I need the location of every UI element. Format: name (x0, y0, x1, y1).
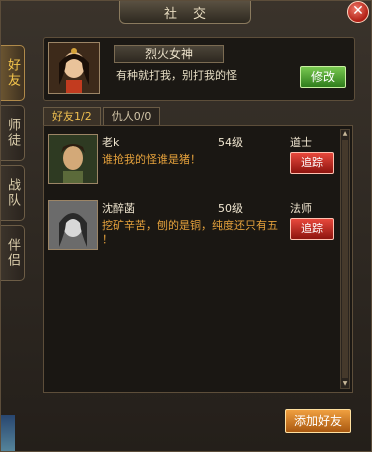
friend-signature: 谁抢我的怪谁是猪！ (102, 153, 201, 166)
friend-name: 老k (102, 136, 120, 149)
side-tab-mentor[interactable]: 师徒 (1, 105, 25, 161)
profile-card: 烈火女神 有种就打我，别打我的怪 修改 (43, 37, 355, 101)
player-name: 烈火女神 (114, 45, 224, 63)
friend-signature: 挖矿辛苦，刨的是铜，纯度还只有五 (102, 219, 278, 232)
player-signature: 有种就打我，别打我的怪 (116, 69, 237, 82)
track-button[interactable]: 追踪 (290, 152, 334, 174)
side-tab-bar: 好友 师徒 战队 伴侣 (1, 45, 27, 285)
friend-list: 老k 54级 道士 谁抢我的怪谁是猪！ 追踪 沈醉菡 50级 法师 挖矿辛苦，刨… (43, 125, 353, 393)
list-scrollbar[interactable]: ▲ ▼ (340, 129, 350, 389)
friend-level: 54级 (218, 136, 243, 149)
track-button[interactable]: 追踪 (290, 218, 334, 240)
scroll-down-icon[interactable]: ▼ (341, 380, 349, 388)
friend-class: 道士 (290, 136, 312, 149)
friend-signature-continued: ！ (102, 233, 113, 246)
tab-enemies[interactable]: 仇人0/0 (102, 107, 161, 126)
friend-level: 50级 (218, 202, 243, 215)
window-title: 社交 (119, 1, 251, 24)
edit-signature-button[interactable]: 修改 (300, 66, 346, 88)
tab-friends[interactable]: 好友1/2 (43, 107, 101, 126)
friend-class: 法师 (290, 202, 312, 215)
player-portrait-icon (48, 42, 100, 94)
social-window: 社交 ✕ 好友 师徒 战队 伴侣 烈火女神 有种就打我，别打我的怪 修改 好友1… (0, 0, 372, 452)
friend-row[interactable]: 老k 54级 道士 谁抢我的怪谁是猪！ 追踪 (46, 130, 336, 190)
list-tabs: 好友1/2 仇人0/0 (43, 107, 162, 126)
friend-portrait-icon (48, 200, 98, 250)
friend-row[interactable]: 沈醉菡 50级 法师 挖矿辛苦，刨的是铜，纯度还只有五 ！ 追踪 (46, 196, 336, 256)
main-panel: 烈火女神 有种就打我，别打我的怪 修改 好友1/2 仇人0/0 老k 54级 道… (33, 27, 365, 445)
decorative-glow (1, 415, 15, 451)
friend-portrait-icon (48, 134, 98, 184)
scroll-thumb[interactable] (342, 140, 348, 378)
friend-name: 沈醉菡 (102, 202, 135, 215)
add-friend-button[interactable]: 添加好友 (285, 409, 351, 433)
side-tab-partner[interactable]: 伴侣 (1, 225, 25, 281)
close-button[interactable]: ✕ (347, 1, 369, 23)
side-tab-friends[interactable]: 好友 (1, 45, 25, 101)
scroll-up-icon[interactable]: ▲ (341, 130, 349, 138)
side-tab-team[interactable]: 战队 (1, 165, 25, 221)
